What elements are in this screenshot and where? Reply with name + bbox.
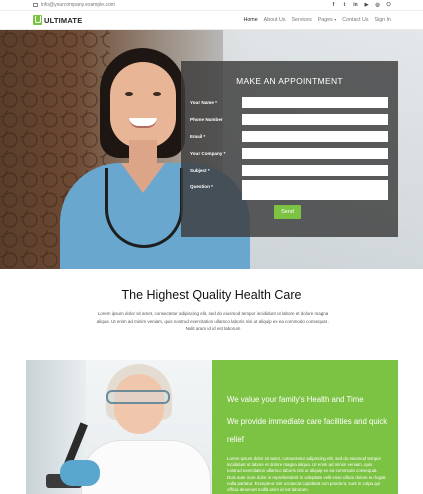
company-label: Your Company * xyxy=(190,151,226,156)
site-header: ULTIMATE Home About Us Services Pages ▾ … xyxy=(0,11,423,30)
nav-services[interactable]: Services xyxy=(291,17,311,23)
facebook-icon[interactable]: f xyxy=(331,2,336,8)
subject-field[interactable] xyxy=(242,165,388,176)
feature-heading-family: We value your family's Health and Time xyxy=(227,395,364,404)
email-label: Email * xyxy=(190,134,206,139)
twitter-icon[interactable]: t xyxy=(342,2,347,8)
nav-about-us[interactable]: About Us xyxy=(264,17,286,23)
feature-heading-care: We provide immediate care facilities and… xyxy=(227,417,388,444)
email-text: info@yourcompany.example.com xyxy=(41,2,115,8)
nav-pages-label: Pages xyxy=(317,17,333,23)
field-row-company: Your Company * xyxy=(190,148,388,159)
field-row-name: Your Name * xyxy=(190,97,388,108)
section-title: The Highest Quality Health Care xyxy=(121,288,302,302)
envelope-icon xyxy=(33,3,38,7)
github-icon[interactable]: ⎔ xyxy=(386,2,391,8)
appointment-form: MAKE AN APPOINTMENT Your Name * Phone Nu… xyxy=(181,61,398,237)
field-row-question: Question * xyxy=(190,180,388,200)
feature-text: Lorem ipsum dolor sit amet, consectetur … xyxy=(227,456,386,493)
name-field[interactable] xyxy=(242,97,388,108)
field-row-subject: Subject * xyxy=(190,165,388,176)
send-button[interactable]: Send xyxy=(274,205,301,219)
email-field[interactable] xyxy=(242,131,388,142)
form-title: MAKE AN APPOINTMENT xyxy=(236,76,343,86)
main-nav: Home About Us Services Pages ▾ Contact U… xyxy=(244,17,391,23)
top-bar: info@yourcompany.example.com f t in ▶ ◎ … xyxy=(0,0,423,11)
logo-text: ULTIMATE xyxy=(44,15,83,25)
nav-pages[interactable]: Pages ▾ xyxy=(318,17,337,23)
youtube-icon[interactable]: ▶ xyxy=(364,2,369,8)
nav-home[interactable]: Home xyxy=(244,17,258,23)
nav-contact-us[interactable]: Contact Us xyxy=(342,17,368,23)
phone-label: Phone Number xyxy=(190,117,223,122)
question-textarea[interactable] xyxy=(242,180,388,200)
question-label: Question * xyxy=(190,184,213,189)
name-label: Your Name * xyxy=(190,100,217,105)
company-field[interactable] xyxy=(242,148,388,159)
subject-label: Subject * xyxy=(190,168,210,173)
scientist-photo xyxy=(26,360,212,494)
social-links: f t in ▶ ◎ ⎔ xyxy=(331,2,391,8)
linkedin-icon[interactable]: in xyxy=(353,2,358,8)
stethoscope-icon xyxy=(105,168,183,248)
field-row-phone: Phone Number xyxy=(190,114,388,125)
goggles-icon xyxy=(106,390,170,404)
instagram-icon[interactable]: ◎ xyxy=(375,2,380,8)
logo[interactable]: ULTIMATE xyxy=(33,15,82,25)
nav-sign-in[interactable]: Sign In xyxy=(375,17,392,23)
page: info@yourcompany.example.com f t in ▶ ◎ … xyxy=(0,0,423,494)
feature-panel: We value your family's Health and Time W… xyxy=(212,360,398,494)
field-row-email: Email * xyxy=(190,131,388,142)
logo-mark-icon xyxy=(33,15,42,25)
phone-field[interactable] xyxy=(242,114,388,125)
section-text: Lorem ipsum dolor sit amet, consectetur … xyxy=(96,311,330,332)
chevron-down-icon: ▾ xyxy=(334,17,337,22)
email-contact[interactable]: info@yourcompany.example.com xyxy=(33,2,115,8)
